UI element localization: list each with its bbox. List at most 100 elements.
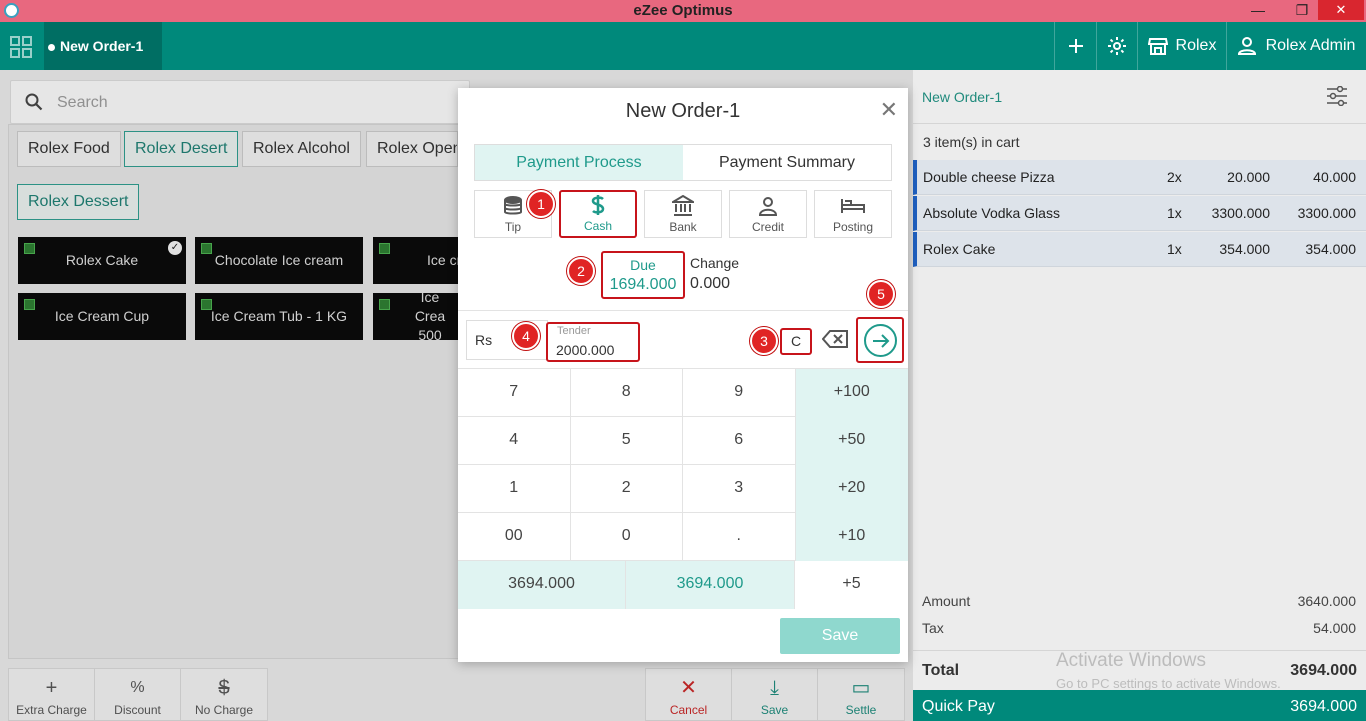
tab-payment-summary[interactable]: Payment Summary	[683, 145, 891, 180]
cash-method-button[interactable]: Cash	[559, 190, 637, 238]
key-4[interactable]: 4	[458, 417, 571, 465]
window-titlebar: eZee Optimus — ❐ ✕	[0, 0, 1366, 22]
key-plus-20[interactable]: +20	[795, 465, 908, 513]
outlet-name: Rolex	[1175, 37, 1217, 54]
cart-item-price: 354.000	[1219, 241, 1270, 257]
restore-button[interactable]: ❐	[1290, 0, 1314, 22]
quick-pay-button[interactable]: Quick Pay 3694.000	[913, 690, 1366, 721]
step-badge-5: 5	[867, 280, 895, 308]
quick-amount-button[interactable]: 3694.000	[626, 561, 795, 609]
key-plus-10[interactable]: +10	[795, 513, 908, 561]
total-label: Total	[922, 662, 960, 679]
cart-item-qty: 1x	[1167, 241, 1182, 257]
key-plus-50[interactable]: +50	[795, 417, 908, 465]
key-3[interactable]: 3	[683, 465, 796, 513]
amount-label: Amount	[922, 593, 971, 609]
quick-pay-amount: 3694.000	[1290, 698, 1357, 715]
quick-pay-label: Quick Pay	[922, 698, 995, 715]
tab-payment-process[interactable]: Payment Process	[475, 145, 683, 180]
change-value: 0.000	[690, 275, 731, 292]
cart-order-name[interactable]: New Order-1	[922, 89, 1002, 105]
gear-icon	[1108, 37, 1126, 55]
active-dot-icon	[48, 43, 55, 51]
credit-label: Credit	[751, 220, 784, 234]
key-00[interactable]: 00	[458, 513, 571, 561]
minimize-button[interactable]: —	[1246, 0, 1270, 22]
key-8[interactable]: 8	[571, 369, 683, 417]
cart-item-qty: 2x	[1167, 169, 1182, 185]
bank-label: Bank	[669, 220, 697, 234]
total-value: 3694.000	[1290, 662, 1357, 679]
store-icon	[1147, 38, 1168, 55]
cash-label: Cash	[583, 219, 612, 233]
key-7[interactable]: 7	[458, 369, 571, 417]
cart-count: 3 item(s) in cart	[923, 134, 1020, 150]
cart-item-total: 40.000	[1313, 169, 1356, 185]
tax-value: 54.000	[1313, 620, 1356, 636]
credit-method-button[interactable]: Credit	[729, 190, 807, 238]
bank-icon	[672, 195, 694, 216]
person-icon	[758, 197, 778, 216]
window-title: eZee Optimus	[633, 2, 733, 19]
payment-tabs: Payment Process Payment Summary	[474, 144, 892, 181]
cart-item-name: Absolute Vodka Glass	[923, 205, 1060, 221]
coins-icon	[504, 196, 522, 215]
due-amount: Due 1694.000	[601, 251, 685, 299]
cart-row[interactable]: Rolex Cake 1x 354.000 354.000	[913, 232, 1366, 267]
tender-value: 2000.000	[556, 342, 615, 358]
settings-button[interactable]	[1096, 22, 1137, 70]
clear-button[interactable]: C	[780, 328, 812, 355]
posting-method-button[interactable]: Posting	[814, 190, 892, 238]
key-2[interactable]: 2	[571, 465, 683, 513]
add-order-button[interactable]	[1054, 22, 1096, 70]
cart-row[interactable]: Absolute Vodka Glass 1x 3300.000 3300.00…	[913, 196, 1366, 231]
cart-header: New Order-1	[913, 70, 1366, 124]
key-5[interactable]: 5	[571, 417, 683, 465]
posting-label: Posting	[832, 220, 874, 234]
due-value: 1694.000	[609, 276, 677, 293]
arrow-right-icon	[872, 333, 889, 348]
apply-tender-button[interactable]	[856, 317, 904, 363]
user-icon	[1237, 37, 1256, 55]
step-badge-1: 1	[527, 190, 555, 218]
user-name: Rolex Admin	[1265, 37, 1356, 54]
key-decimal[interactable]: .	[683, 513, 796, 561]
dialog-title: New Order-1	[625, 100, 741, 122]
key-9[interactable]: 9	[683, 369, 796, 417]
cart-item-price: 3300.000	[1211, 205, 1270, 221]
outlet-button[interactable]: Rolex	[1137, 22, 1226, 70]
cart-item-price: 20.000	[1227, 169, 1270, 185]
order-tab[interactable]: New Order-1	[44, 22, 162, 70]
bed-icon	[841, 199, 865, 213]
key-plus-5[interactable]: +5	[795, 561, 908, 609]
key-0[interactable]: 0	[571, 513, 683, 561]
cart-item-name: Rolex Cake	[923, 241, 996, 257]
step-badge-3: 3	[750, 327, 778, 355]
activate-windows-watermark: Activate Windows	[1056, 650, 1206, 671]
key-1[interactable]: 1	[458, 465, 571, 513]
due-label: Due	[630, 257, 656, 273]
bank-method-button[interactable]: Bank	[644, 190, 722, 238]
close-dialog-icon[interactable]: ✕	[880, 99, 898, 121]
amount-value: 3640.000	[1297, 593, 1356, 609]
change-label: Change	[690, 255, 740, 271]
save-payment-button[interactable]: Save	[780, 618, 900, 654]
step-badge-4: 4	[512, 322, 540, 350]
tender-label: Tender	[557, 325, 591, 337]
cart-item-name: Double cheese Pizza	[923, 169, 1055, 185]
quick-amount-button[interactable]: 3694.000	[458, 561, 626, 609]
tender-input[interactable]: Tender 2000.000	[546, 322, 640, 362]
order-tab-label: New Order-1	[60, 38, 144, 54]
amount-row: Amount 3640.000	[922, 593, 1356, 609]
app-header: New Order-1 Rolex Rolex Admin	[0, 22, 1366, 70]
filter-settings-icon[interactable]	[1326, 86, 1348, 106]
activate-windows-subtext: Go to PC settings to activate Windows.	[1056, 676, 1281, 691]
cart-row[interactable]: Double cheese Pizza 2x 20.000 40.000	[913, 160, 1366, 195]
user-button[interactable]: Rolex Admin	[1226, 22, 1366, 70]
key-6[interactable]: 6	[683, 417, 796, 465]
backspace-icon[interactable]	[822, 330, 848, 348]
cart-panel: New Order-1 3 item(s) in cart Double che…	[913, 70, 1366, 721]
close-window-button[interactable]: ✕	[1318, 0, 1364, 20]
key-plus-100[interactable]: +100	[795, 369, 908, 417]
grid-menu-icon[interactable]	[10, 36, 32, 58]
